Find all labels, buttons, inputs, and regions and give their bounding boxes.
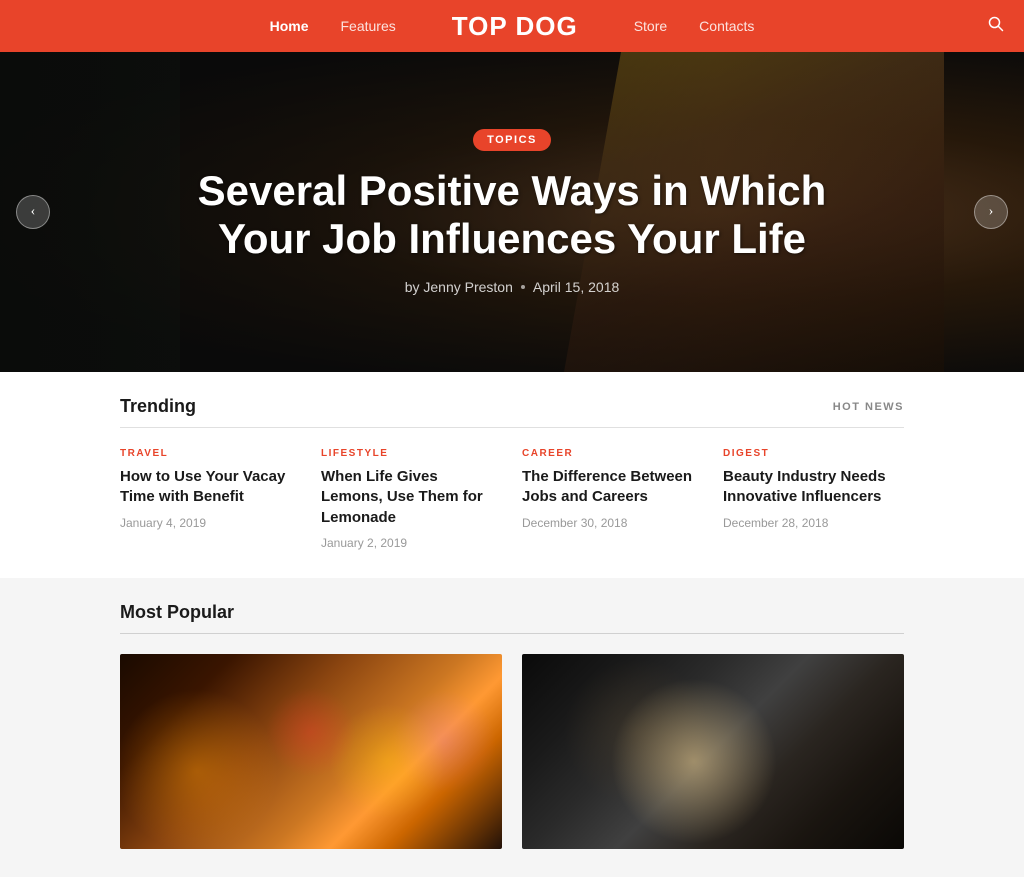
card-title-2[interactable]: When Life Gives Lemons, Use Them for Lem… <box>321 467 502 528</box>
popular-grid <box>120 654 904 849</box>
hero-title: Several Positive Ways in Which Your Job … <box>182 167 842 264</box>
hero-prev-button[interactable]: ‹ <box>16 195 50 229</box>
site-logo: TOP DOG <box>452 11 578 42</box>
nav-home[interactable]: Home <box>270 18 309 34</box>
hot-news-badge: HOT NEWS <box>833 401 904 413</box>
hero-meta: by Jenny Preston April 15, 2018 <box>182 279 842 295</box>
popular-card-2[interactable] <box>522 654 904 849</box>
hero-content: TOPICS Several Positive Ways in Which Yo… <box>162 129 862 296</box>
hero-next-button[interactable]: › <box>974 195 1008 229</box>
card-title-4[interactable]: Beauty Industry Needs Innovative Influen… <box>723 467 904 508</box>
hero-tag: TOPICS <box>473 129 551 151</box>
main-nav: Home Features TOP DOG Store Contacts <box>270 11 755 42</box>
header: Home Features TOP DOG Store Contacts <box>0 0 1024 52</box>
meta-dot <box>521 285 525 289</box>
trending-header: Trending HOT NEWS <box>120 396 904 428</box>
trending-card-3: CAREER The Difference Between Jobs and C… <box>522 448 703 550</box>
hero-author: by Jenny Preston <box>405 279 513 295</box>
category-label-travel: TRAVEL <box>120 448 301 459</box>
card-date-1: January 4, 2019 <box>120 516 301 530</box>
hero-section: ‹ TOPICS Several Positive Ways in Which … <box>0 52 1024 372</box>
category-label-digest: DIGEST <box>723 448 904 459</box>
category-label-career: CAREER <box>522 448 703 459</box>
card-title-3[interactable]: The Difference Between Jobs and Careers <box>522 467 703 508</box>
popular-card-1[interactable] <box>120 654 502 849</box>
card-title-1[interactable]: How to Use Your Vacay Time with Benefit <box>120 467 301 508</box>
nav-store[interactable]: Store <box>634 18 667 34</box>
card-date-4: December 28, 2018 <box>723 516 904 530</box>
card-date-3: December 30, 2018 <box>522 516 703 530</box>
trending-section: Trending HOT NEWS TRAVEL How to Use Your… <box>0 372 1024 578</box>
trending-title: Trending <box>120 396 196 417</box>
nav-features[interactable]: Features <box>340 18 395 34</box>
trending-card-1: TRAVEL How to Use Your Vacay Time with B… <box>120 448 301 550</box>
popular-section: Most Popular <box>0 578 1024 877</box>
trending-card-2: LIFESTYLE When Life Gives Lemons, Use Th… <box>321 448 502 550</box>
hero-date: April 15, 2018 <box>533 279 619 295</box>
popular-title: Most Popular <box>120 602 234 622</box>
category-label-lifestyle: LIFESTYLE <box>321 448 502 459</box>
popular-header: Most Popular <box>120 602 904 634</box>
search-icon[interactable] <box>988 16 1004 37</box>
trending-grid: TRAVEL How to Use Your Vacay Time with B… <box>120 448 904 550</box>
nav-contacts[interactable]: Contacts <box>699 18 754 34</box>
card-date-2: January 2, 2019 <box>321 536 502 550</box>
trending-card-4: DIGEST Beauty Industry Needs Innovative … <box>723 448 904 550</box>
